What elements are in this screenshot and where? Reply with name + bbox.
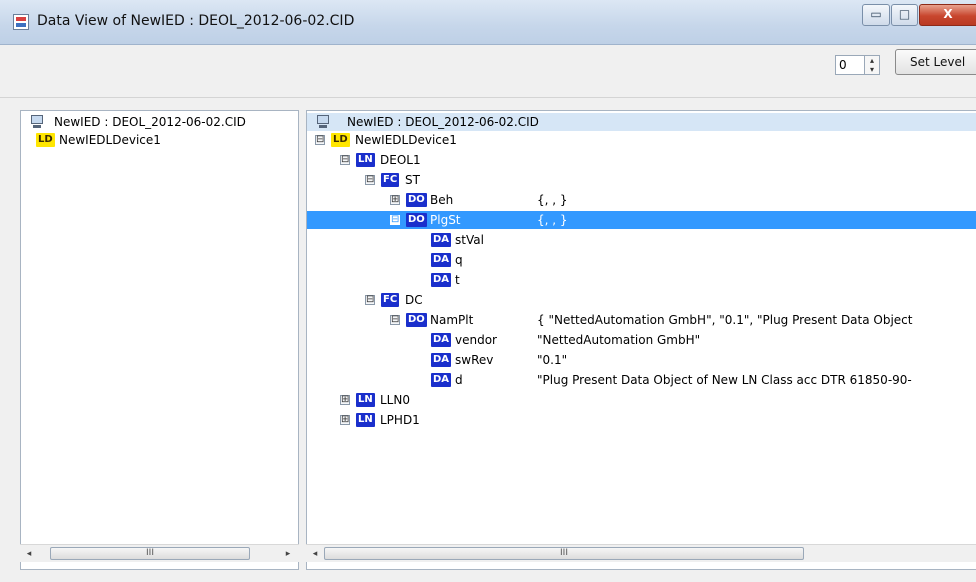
tree-node-value: {, , } bbox=[537, 193, 568, 207]
da-badge-icon: DA bbox=[431, 353, 452, 367]
collapse-icon[interactable]: ⊟ bbox=[340, 155, 350, 165]
close-icon: X bbox=[943, 7, 953, 21]
left-hscrollbar[interactable]: ◂ III ▸ bbox=[20, 544, 299, 562]
scroll-thumb[interactable]: III bbox=[50, 547, 250, 560]
do-badge-icon: DO bbox=[406, 213, 427, 227]
computer-icon bbox=[30, 114, 44, 130]
set-level-button[interactable]: Set Level bbox=[895, 49, 976, 75]
toolbar bbox=[0, 45, 976, 98]
tree-row[interactable]: DA stVal bbox=[307, 231, 976, 249]
left-tree-root[interactable]: NewIED : DEOL_2012-06-02.CID bbox=[21, 113, 298, 131]
tree-node-value: "NettedAutomation GmbH" bbox=[537, 333, 701, 347]
tree-node-label: d bbox=[455, 373, 463, 387]
computer-icon bbox=[316, 114, 330, 130]
tree-node-value: "Plug Present Data Object of New LN Clas… bbox=[537, 373, 912, 387]
tree-node-value: {, , } bbox=[537, 213, 568, 227]
ln-badge-icon: LN bbox=[356, 393, 375, 407]
level-spinner[interactable]: ▴ ▾ bbox=[865, 55, 880, 75]
maximize-icon: □ bbox=[898, 7, 911, 21]
left-root-label: NewIED : DEOL_2012-06-02.CID bbox=[54, 115, 246, 129]
tree-node-label: NewIEDLDevice1 bbox=[355, 133, 457, 147]
fc-badge-icon: FC bbox=[381, 173, 400, 187]
tree-node-label: NamPlt bbox=[430, 313, 474, 327]
tree-node-label: DEOL1 bbox=[380, 153, 421, 167]
tree-row[interactable]: ⊞ DO Beh {, , } bbox=[307, 191, 976, 209]
level-input[interactable]: 0 bbox=[835, 55, 865, 75]
tree-row[interactable]: DA q bbox=[307, 251, 976, 269]
tree-row[interactable]: ⊟ LD NewIEDLDevice1 bbox=[307, 131, 976, 149]
scroll-left-icon[interactable]: ◂ bbox=[309, 548, 321, 560]
expand-icon[interactable]: ⊞ bbox=[390, 195, 400, 205]
collapse-icon[interactable]: ⊟ bbox=[390, 215, 400, 225]
tree-row[interactable]: DA t bbox=[307, 271, 976, 289]
minimize-button[interactable]: ▭ bbox=[862, 4, 890, 26]
close-button[interactable]: X bbox=[919, 4, 976, 26]
window-title: Data View of NewIED : DEOL_2012-06-02.CI… bbox=[37, 13, 355, 29]
da-badge-icon: DA bbox=[431, 273, 452, 287]
right-root-label: NewIED : DEOL_2012-06-02.CID bbox=[347, 115, 539, 129]
tree-row[interactable]: ⊞ LN LLN0 bbox=[307, 391, 976, 409]
right-tree-root[interactable]: NewIED : DEOL_2012-06-02.CID bbox=[307, 113, 976, 131]
ld-badge-icon: LD bbox=[36, 133, 55, 147]
ld-badge-icon: LD bbox=[331, 133, 350, 147]
tree-row[interactable]: ⊟ DO NamPlt { "NettedAutomation GmbH", "0.1… bbox=[307, 311, 976, 329]
right-hscrollbar[interactable]: ◂ III bbox=[306, 544, 976, 562]
right-tree-pane[interactable]: NewIED : DEOL_2012-06-02.CID ⊟ LD NewIEDLD… bbox=[306, 110, 976, 570]
ln-badge-icon: LN bbox=[356, 153, 375, 167]
data-view-window: Data View of NewIED : DEOL_2012-06-02.CI… bbox=[0, 0, 976, 582]
ln-badge-icon: LN bbox=[356, 413, 375, 427]
da-badge-icon: DA bbox=[431, 233, 452, 247]
tree-row[interactable]: ⊞ LN LPHD1 bbox=[307, 411, 976, 429]
left-tree-item[interactable]: LD NewIEDLDevice1 bbox=[21, 131, 298, 149]
scroll-left-icon[interactable]: ◂ bbox=[23, 548, 35, 560]
do-badge-icon: DO bbox=[406, 313, 427, 327]
tree-row[interactable]: ⊟ LN DEOL1 bbox=[307, 151, 976, 169]
minimize-icon: ▭ bbox=[870, 7, 882, 21]
spin-up-icon[interactable]: ▴ bbox=[865, 56, 879, 65]
expand-icon[interactable]: ⊞ bbox=[340, 415, 350, 425]
tree-row[interactable]: DA swRev "0.1" bbox=[307, 351, 976, 369]
scroll-right-icon[interactable]: ▸ bbox=[282, 548, 294, 560]
title-bar[interactable]: Data View of NewIED : DEOL_2012-06-02.CI… bbox=[0, 0, 976, 45]
collapse-icon[interactable]: ⊟ bbox=[390, 315, 400, 325]
collapse-icon[interactable]: ⊟ bbox=[365, 295, 375, 305]
tree-row[interactable]: ⊟ FC DC bbox=[307, 291, 976, 309]
tree-row[interactable]: ⊟ DO PlgSt {, , } bbox=[307, 211, 976, 229]
expand-icon[interactable]: ⊞ bbox=[340, 395, 350, 405]
tree-node-label: ST bbox=[405, 173, 420, 187]
tree-node-label: LLN0 bbox=[380, 393, 410, 407]
da-badge-icon: DA bbox=[431, 333, 452, 347]
tree-node-label: LPHD1 bbox=[380, 413, 420, 427]
tree-node-label: t bbox=[455, 273, 460, 287]
tree-row[interactable]: DA vendor "NettedAutomation GmbH" bbox=[307, 331, 976, 349]
scroll-thumb[interactable]: III bbox=[324, 547, 804, 560]
fc-badge-icon: FC bbox=[381, 293, 400, 307]
left-item-label: NewIEDLDevice1 bbox=[59, 133, 161, 147]
tree-node-value: "0.1" bbox=[537, 353, 568, 367]
tree-node-value: { "NettedAutomation GmbH", "0.1", "Plug … bbox=[537, 313, 913, 327]
maximize-button[interactable]: □ bbox=[891, 4, 918, 26]
tree-node-label: Beh bbox=[430, 193, 454, 207]
app-icon bbox=[13, 14, 29, 30]
da-badge-icon: DA bbox=[431, 373, 452, 387]
tree-node-label: q bbox=[455, 253, 463, 267]
tree-node-label: swRev bbox=[455, 353, 494, 367]
tree-node-label: PlgSt bbox=[430, 213, 461, 227]
do-badge-icon: DO bbox=[406, 193, 427, 207]
tree-node-label: vendor bbox=[455, 333, 497, 347]
left-tree-pane[interactable]: NewIED : DEOL_2012-06-02.CID LD NewIEDLD… bbox=[20, 110, 299, 570]
tree-node-label: DC bbox=[405, 293, 423, 307]
spin-down-icon[interactable]: ▾ bbox=[865, 65, 879, 74]
tree-row[interactable]: ⊟ FC ST bbox=[307, 171, 976, 189]
tree-node-label: stVal bbox=[455, 233, 484, 247]
tree-row[interactable]: DA d "Plug Present Data Object of New LN C… bbox=[307, 371, 976, 389]
da-badge-icon: DA bbox=[431, 253, 452, 267]
collapse-icon[interactable]: ⊟ bbox=[365, 175, 375, 185]
collapse-icon[interactable]: ⊟ bbox=[315, 135, 325, 145]
